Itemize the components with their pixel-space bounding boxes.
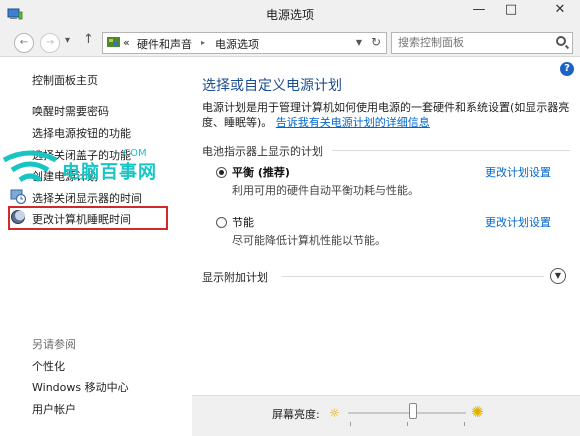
plan-desc-balanced: 利用可用的硬件自动平衡功耗与性能。 bbox=[232, 184, 419, 197]
recent-pages-chevron-icon[interactable]: ▾ bbox=[65, 35, 70, 46]
maximize-button[interactable]: □ bbox=[496, 0, 526, 22]
title-bar: 电源选项 — □ ✕ bbox=[0, 0, 580, 29]
battery-plans-heading: 电池指示器上显示的计划 bbox=[202, 145, 323, 158]
sidebar-item-lid-close[interactable]: 选择关闭盖子的功能 bbox=[32, 147, 131, 163]
arrow-up-icon: ↑ bbox=[83, 32, 94, 47]
sidebar-item-display-off-time[interactable]: 选择关闭显示器的时间 bbox=[32, 190, 142, 206]
refresh-button[interactable]: ↻ bbox=[366, 32, 387, 54]
breadcrumb-overflow[interactable]: « bbox=[123, 36, 130, 49]
sidebar-item-power-button[interactable]: 选择电源按钮的功能 bbox=[32, 125, 131, 141]
search-box[interactable] bbox=[391, 32, 573, 54]
breadcrumb[interactable]: « 硬件和声音 ▸ 电源选项 bbox=[102, 32, 354, 54]
control-panel-icon bbox=[107, 37, 120, 47]
additional-plans-divider bbox=[282, 276, 544, 277]
radio-power-saver[interactable] bbox=[216, 217, 227, 228]
sidebar-item-wake-password[interactable]: 唤醒时需要密码 bbox=[32, 103, 109, 119]
refresh-icon: ↻ bbox=[370, 35, 382, 49]
brightness-label: 屏幕亮度: bbox=[272, 408, 320, 421]
breadcrumb-separator-icon[interactable]: ▸ bbox=[201, 38, 205, 47]
plan-description: 电源计划是用于管理计算机如何使用电源的一套硬件和系统设置(如显示器亮度、睡眠等)… bbox=[202, 100, 572, 130]
brightness-slider-thumb[interactable] bbox=[408, 403, 417, 419]
sidebar-item-personalization[interactable]: 个性化 bbox=[32, 358, 65, 374]
brightness-bright-sun-icon: ✺ bbox=[471, 403, 484, 421]
address-dropdown-chevron-icon[interactable]: ▼ bbox=[352, 32, 367, 54]
breadcrumb-hardware-sound[interactable]: 硬件和声音 bbox=[137, 36, 192, 52]
main-panel: 选择或自定义电源计划 电源计划是用于管理计算机如何使用电源的一套硬件和系统设置(… bbox=[192, 57, 580, 395]
plan-desc-power-saver: 尽可能降低计算机性能以节能。 bbox=[232, 234, 386, 247]
forward-button[interactable]: → bbox=[40, 33, 60, 53]
up-button[interactable]: ↑ bbox=[83, 32, 94, 47]
arrow-left-icon: ← bbox=[19, 37, 29, 48]
expand-additional-plans-button[interactable]: ▼ bbox=[550, 268, 566, 284]
arrow-right-icon: → bbox=[45, 37, 55, 48]
sidebar-item-control-panel-home[interactable]: 控制面板主页 bbox=[32, 72, 98, 88]
breadcrumb-power-options[interactable]: 电源选项 bbox=[215, 36, 259, 52]
sidebar-item-mobility-center[interactable]: Windows 移动中心 bbox=[32, 379, 129, 395]
brightness-bar: 屏幕亮度: ☼ ✺ bbox=[192, 395, 580, 436]
address-bar: ← → ▾ ↑ « 硬件和声音 ▸ 电源选项 ▼ ↻ bbox=[0, 28, 580, 57]
page-title: 选择或自定义电源计划 bbox=[202, 78, 342, 94]
highlight-annotation-box bbox=[8, 206, 168, 230]
close-button[interactable]: ✕ bbox=[540, 0, 580, 22]
display-clock-icon bbox=[10, 189, 26, 204]
brightness-dim-sun-icon: ☼ bbox=[329, 406, 340, 420]
change-settings-link-balanced[interactable]: 更改计划设置 bbox=[485, 164, 551, 180]
section-divider bbox=[332, 150, 570, 151]
brightness-tick bbox=[464, 422, 465, 426]
learn-more-link[interactable]: 告诉我有关电源计划的详细信息 bbox=[276, 116, 430, 129]
search-input[interactable] bbox=[398, 35, 543, 49]
search-icon[interactable] bbox=[556, 36, 566, 46]
sidebar-item-user-accounts[interactable]: 用户帐户 bbox=[32, 401, 76, 417]
change-settings-link-power-saver[interactable]: 更改计划设置 bbox=[485, 214, 551, 230]
chevron-down-icon: ▼ bbox=[554, 271, 562, 280]
show-additional-plans-label[interactable]: 显示附加计划 bbox=[202, 269, 268, 285]
plan-name-balanced[interactable]: 平衡 (推荐) bbox=[232, 164, 290, 180]
see-also-heading: 另请参阅 bbox=[32, 338, 76, 351]
brightness-tick bbox=[350, 422, 351, 426]
brightness-tick bbox=[407, 422, 408, 426]
brightness-slider-track[interactable] bbox=[348, 412, 466, 414]
sidebar: 控制面板主页 唤醒时需要密码 选择电源按钮的功能 选择关闭盖子的功能 创建电源计… bbox=[0, 57, 192, 435]
minimize-button[interactable]: — bbox=[464, 0, 494, 22]
radio-balanced[interactable] bbox=[216, 167, 227, 178]
plan-name-power-saver[interactable]: 节能 bbox=[232, 214, 254, 230]
sidebar-item-create-plan[interactable]: 创建电源计划 bbox=[32, 168, 98, 184]
back-button[interactable]: ← bbox=[14, 33, 34, 53]
